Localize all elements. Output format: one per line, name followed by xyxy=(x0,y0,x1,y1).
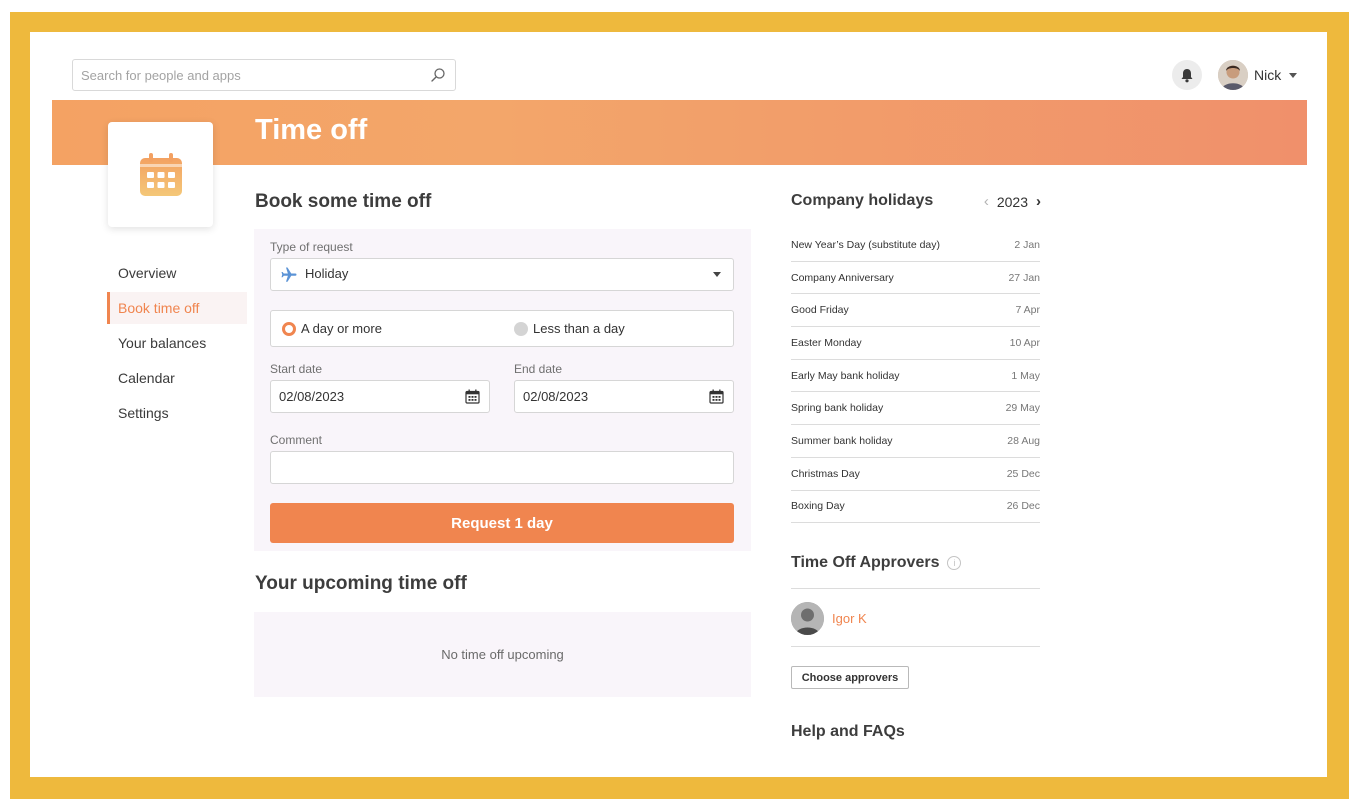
sidebar-item-overview[interactable]: Overview xyxy=(107,257,247,289)
radio-selected-icon xyxy=(282,321,296,336)
holiday-name: Company Anniversary xyxy=(791,271,894,284)
holiday-row: Easter Monday 10 Apr xyxy=(791,327,1040,360)
yellow-frame: Nick Time off Overview xyxy=(10,12,1349,799)
holidays-header: Company holidays ‹ 2023 › xyxy=(791,192,1041,214)
holiday-name: Early May bank holiday xyxy=(791,369,900,382)
radio-day-or-more[interactable]: A day or more xyxy=(282,321,382,336)
duration-radio-group: A day or more Less than a day xyxy=(270,310,734,347)
holiday-date: 1 May xyxy=(1011,369,1040,382)
holiday-list: New Year’s Day (substitute day) 2 Jan Com… xyxy=(791,229,1040,524)
page-title: Time off xyxy=(255,114,368,146)
end-date-field[interactable]: 02/08/2023 xyxy=(514,380,734,413)
year-navigator: ‹ 2023 › xyxy=(984,193,1041,210)
end-date-value: 02/08/2023 xyxy=(523,389,589,404)
holiday-date: 10 Apr xyxy=(1009,336,1040,349)
header-banner: Time off xyxy=(52,100,1307,165)
chevron-right-icon[interactable]: › xyxy=(1036,193,1041,210)
upcoming-empty-state: No time off upcoming xyxy=(254,612,751,697)
holiday-row: New Year’s Day (substitute day) 2 Jan xyxy=(791,229,1040,262)
holiday-name: Summer bank holiday xyxy=(791,434,893,447)
divider xyxy=(791,646,1040,647)
calendar-icon[interactable] xyxy=(465,389,480,404)
book-section-title: Book some time off xyxy=(255,191,432,212)
holiday-date: 27 Jan xyxy=(1008,271,1040,284)
year-label: 2023 xyxy=(996,193,1028,210)
holiday-name: Christmas Day xyxy=(791,467,860,480)
holiday-date: 26 Dec xyxy=(1006,500,1040,513)
end-date-label: End date xyxy=(514,362,563,376)
approvers-section: Time Off Approvers i xyxy=(791,554,962,572)
request-type-select[interactable]: Holiday xyxy=(270,258,734,291)
holiday-row: Christmas Day 25 Dec xyxy=(791,458,1040,491)
choose-approvers-button[interactable]: Choose approvers xyxy=(791,666,909,689)
request-button[interactable]: Request 1 day xyxy=(270,503,734,543)
plane-icon xyxy=(281,267,297,282)
holiday-row: Boxing Day 26 Dec xyxy=(791,491,1040,524)
holiday-row: Spring bank holiday 29 May xyxy=(791,392,1040,426)
upcoming-section-title: Your upcoming time off xyxy=(255,573,467,594)
holiday-row: Company Anniversary 27 Jan xyxy=(791,262,1040,295)
info-icon[interactable]: i xyxy=(947,556,962,570)
start-date-value: 02/08/2023 xyxy=(279,389,345,404)
calendar-icon xyxy=(139,152,182,196)
radio-label: Less than a day xyxy=(533,321,625,336)
radio-unselected-icon xyxy=(514,321,528,336)
booking-form: Type of request Holiday A day or more Le… xyxy=(254,229,751,551)
holiday-date: 29 May xyxy=(1005,402,1040,415)
comment-field[interactable] xyxy=(270,451,734,484)
sidebar-item-your-balances[interactable]: Your balances xyxy=(107,327,247,359)
notifications-button[interactable] xyxy=(1172,60,1202,90)
sidebar-item-book-time-off[interactable]: Book time off xyxy=(107,292,247,324)
holiday-name: Boxing Day xyxy=(791,500,845,513)
user-menu[interactable]: Nick xyxy=(1218,59,1298,91)
request-type-value: Holiday xyxy=(305,266,349,281)
holiday-date: 2 Jan xyxy=(1014,238,1040,251)
avatar xyxy=(791,602,824,635)
divider xyxy=(791,588,1040,589)
user-name: Nick xyxy=(1254,67,1282,83)
app-window: Nick Time off Overview xyxy=(30,32,1327,777)
search-box[interactable] xyxy=(72,59,456,91)
approvers-title: Time Off Approvers xyxy=(791,554,940,571)
sidebar-item-settings[interactable]: Settings xyxy=(107,397,247,429)
approver-name[interactable]: Igor K xyxy=(832,611,867,626)
start-date-label: Start date xyxy=(270,362,323,376)
holiday-date: 28 Aug xyxy=(1007,434,1040,447)
holiday-date: 25 Dec xyxy=(1006,467,1040,480)
holidays-title: Company holidays xyxy=(791,192,934,209)
calendar-icon[interactable] xyxy=(709,389,724,404)
page-background: Nick Time off Overview xyxy=(0,0,1360,811)
holiday-name: Good Friday xyxy=(791,304,849,317)
bell-icon xyxy=(1181,68,1193,82)
sidebar-item-calendar[interactable]: Calendar xyxy=(107,362,247,394)
radio-label: A day or more xyxy=(301,321,382,336)
type-label: Type of request xyxy=(270,240,353,254)
chevron-left-icon[interactable]: ‹ xyxy=(984,193,989,210)
app-tile xyxy=(108,122,213,227)
avatar xyxy=(1218,60,1248,90)
help-section-title: Help and FAQs xyxy=(791,723,905,740)
search-input[interactable] xyxy=(81,60,421,90)
approver-item: Igor K xyxy=(791,602,867,635)
holiday-row: Summer bank holiday 28 Aug xyxy=(791,425,1040,458)
holiday-date: 7 Apr xyxy=(1015,304,1040,317)
holiday-name: Easter Monday xyxy=(791,336,862,349)
holiday-name: New Year’s Day (substitute day) xyxy=(791,238,941,251)
search-icon[interactable] xyxy=(430,67,446,83)
empty-state-text: No time off upcoming xyxy=(441,647,564,662)
chevron-down-icon xyxy=(1289,72,1298,78)
holiday-row: Good Friday 7 Apr xyxy=(791,294,1040,328)
holiday-row: Early May bank holiday 1 May xyxy=(791,360,1040,393)
sidebar-nav: Overview Book time off Your balances Cal… xyxy=(107,257,247,432)
chevron-down-icon xyxy=(713,272,721,277)
comment-label: Comment xyxy=(270,433,323,447)
radio-less-than-a-day[interactable]: Less than a day xyxy=(514,321,625,336)
holiday-name: Spring bank holiday xyxy=(791,402,884,415)
start-date-field[interactable]: 02/08/2023 xyxy=(270,380,490,413)
